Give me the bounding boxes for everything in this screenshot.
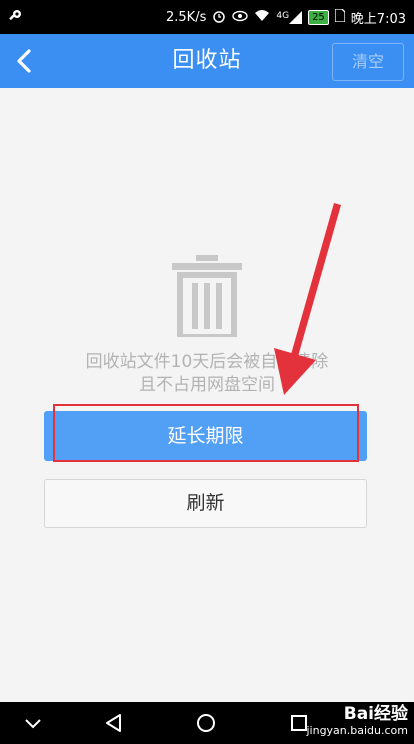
status-time: 晚上7:03 (350, 12, 406, 27)
title-bar: 回收站 清空 (0, 34, 414, 88)
watermark-site: jingyan.baidu.com (306, 724, 408, 737)
status-icons: 2.5K/s 4G 25 晚上7:03 (166, 8, 406, 27)
signal-icon: 4G (276, 11, 303, 24)
home-circle-icon[interactable] (195, 712, 217, 734)
eye-icon (232, 10, 249, 26)
trash-icon (172, 255, 242, 337)
clear-button[interactable]: 清空 (332, 43, 404, 81)
chevron-down-icon[interactable] (22, 712, 44, 734)
wifi-icon (254, 9, 270, 26)
status-bar: 2.5K/s 4G 25 晚上7:03 (0, 0, 414, 34)
extend-period-button[interactable]: 延长期限 (44, 411, 367, 461)
sim-icon (334, 8, 346, 26)
watermark-brand: Bai经验 (343, 704, 408, 724)
battery-icon: 25 (308, 10, 329, 25)
refresh-button[interactable]: 刷新 (44, 479, 367, 528)
back-triangle-icon[interactable] (103, 712, 125, 734)
watermark: Bai经验 jingyan.baidu.com (306, 704, 408, 738)
wrench-icon (8, 9, 22, 27)
battery-level: 25 (312, 12, 325, 23)
annotation-arrow-icon (274, 203, 341, 395)
network-speed: 2.5K/s (166, 10, 207, 25)
signal-type: 4G (276, 11, 290, 21)
alarm-icon (212, 9, 226, 27)
